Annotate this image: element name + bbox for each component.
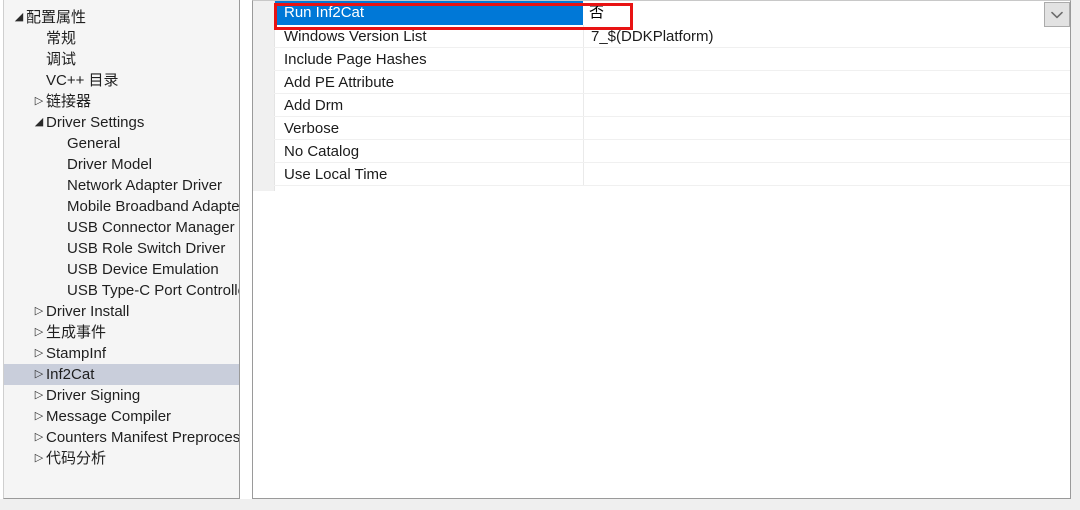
property-row[interactable]: Include Page Hashes xyxy=(253,48,1070,71)
tree-item-label: VC++ 目录 xyxy=(46,72,119,89)
tree-item-label: Mobile Broadband Adapter xyxy=(67,198,239,215)
tree-item-inf2cat[interactable]: ▷ Inf2Cat xyxy=(4,364,239,385)
tree-item-label: Message Compiler xyxy=(46,408,172,425)
tree-item-vc[interactable]: VC++ 目录 xyxy=(4,70,239,91)
property-name: Add Drm xyxy=(284,97,344,114)
visual-studio-property-pages: ◢ 配置属性 常规 调试 VC++ 目录 ▷ 链接器 ◢ Driver Settings Gene… xyxy=(0,0,1080,510)
tree-item-usb-device-emulation[interactable]: USB Device Emulation xyxy=(4,259,239,280)
property-name: Add PE Attribute xyxy=(284,74,395,91)
tree-item-driver-model[interactable]: Driver Model xyxy=(4,154,239,175)
expander-collapsed-icon[interactable]: ▷ xyxy=(32,322,46,343)
property-name: Verbose xyxy=(284,120,340,137)
tree-item-[interactable]: 调试 xyxy=(4,49,239,70)
expander-expanded-icon[interactable]: ◢ xyxy=(32,112,46,133)
tree-item-driver-signing[interactable]: ▷ Driver Signing xyxy=(4,385,239,406)
tree-item-label: Network Adapter Driver xyxy=(67,177,223,194)
tree-item-usb-role-switch-driver[interactable]: USB Role Switch Driver xyxy=(4,238,239,259)
property-grid-rows: Run Inf2Cat 否 Windows Version List 7_$(DDKP… xyxy=(253,1,1070,186)
expander-collapsed-icon[interactable]: ▷ xyxy=(32,343,46,364)
tree-item-list: ◢ 配置属性 常规 调试 VC++ 目录 ▷ 链接器 ◢ Driver Settings Gene… xyxy=(4,7,239,469)
tree-item-label: 生成事件 xyxy=(46,324,107,341)
expander-collapsed-icon[interactable]: ▷ xyxy=(32,427,46,448)
property-row[interactable]: Run Inf2Cat 否 xyxy=(253,1,1070,25)
expander-expanded-icon[interactable]: ◢ xyxy=(12,7,26,28)
tree-item-general[interactable]: General xyxy=(4,133,239,154)
property-row[interactable]: Use Local Time xyxy=(253,163,1070,186)
tree-item-driver-settings[interactable]: ◢ Driver Settings xyxy=(4,112,239,133)
tree-item-mobile-broadband-adapter[interactable]: Mobile Broadband Adapter xyxy=(4,196,239,217)
expander-collapsed-icon[interactable]: ▷ xyxy=(32,406,46,427)
property-grid-panel[interactable]: Run Inf2Cat 否 Windows Version List 7_$(DDKP… xyxy=(252,0,1071,499)
tree-item-[interactable]: ▷ 代码分析 xyxy=(4,448,239,469)
column-divider xyxy=(583,117,584,139)
property-name: Windows Version List xyxy=(284,28,427,45)
expander-collapsed-icon[interactable]: ▷ xyxy=(32,385,46,406)
tree-item-stampinf[interactable]: ▷ StampInf xyxy=(4,343,239,364)
tree-item-driver-install[interactable]: ▷ Driver Install xyxy=(4,301,239,322)
tree-item-label: 调试 xyxy=(46,51,77,68)
tree-item-label: Driver Settings xyxy=(46,114,145,131)
column-divider xyxy=(583,48,584,70)
column-divider xyxy=(583,71,584,93)
property-row[interactable]: Verbose xyxy=(253,117,1070,140)
tree-item-network-adapter-driver[interactable]: Network Adapter Driver xyxy=(4,175,239,196)
tree-item-label: Driver Model xyxy=(67,156,153,173)
tree-item-usb-connector-manager[interactable]: USB Connector Manager xyxy=(4,217,239,238)
expander-collapsed-icon[interactable]: ▷ xyxy=(32,91,46,112)
tree-item-message-compiler[interactable]: ▷ Message Compiler xyxy=(4,406,239,427)
property-row[interactable]: Add PE Attribute xyxy=(253,71,1070,94)
property-name: No Catalog xyxy=(284,143,360,160)
window-right-margin xyxy=(1071,0,1080,510)
tree-item-label: 配置属性 xyxy=(26,9,87,26)
window-bottom-margin xyxy=(0,499,1080,510)
property-value[interactable]: 7_$(DDKPlatform) xyxy=(591,25,1066,48)
tree-item-label: 代码分析 xyxy=(46,450,107,467)
expander-collapsed-icon[interactable]: ▷ xyxy=(32,364,46,385)
tree-item-[interactable]: 常规 xyxy=(4,28,239,49)
property-name: Use Local Time xyxy=(284,166,388,183)
tree-item-label: USB Connector Manager xyxy=(67,219,235,236)
expander-collapsed-icon[interactable]: ▷ xyxy=(32,448,46,469)
column-divider xyxy=(583,163,584,185)
property-name: Include Page Hashes xyxy=(284,51,427,68)
configuration-properties-tree-panel[interactable]: ◢ 配置属性 常规 调试 VC++ 目录 ▷ 链接器 ◢ Driver Settings Gene… xyxy=(3,0,240,499)
tree-item-label: USB Role Switch Driver xyxy=(67,240,226,257)
panel-splitter[interactable] xyxy=(240,0,252,499)
tree-item-usb-type-c-port-controller[interactable]: USB Type-C Port Controller xyxy=(4,280,239,301)
tree-item-label: Driver Install xyxy=(46,303,130,320)
tree-item-label: StampInf xyxy=(46,345,107,362)
tree-item-label: 链接器 xyxy=(46,93,92,110)
tree-item-counters-manifest-preprocessor[interactable]: ▷Counters Manifest Preprocessor xyxy=(4,427,239,448)
tree-item-[interactable]: ▷ 链接器 xyxy=(4,91,239,112)
tree-item-label: Driver Signing xyxy=(46,387,141,404)
tree-item-[interactable]: ◢ 配置属性 xyxy=(4,7,239,28)
property-value-text: 否 xyxy=(589,4,605,21)
column-divider xyxy=(583,94,584,116)
tree-item-[interactable]: ▷ 生成事件 xyxy=(4,322,239,343)
property-name: Run Inf2Cat xyxy=(284,4,365,21)
tree-item-label: Counters Manifest Preprocessor xyxy=(46,429,239,446)
tree-item-label: Inf2Cat xyxy=(46,366,95,383)
tree-item-label: USB Device Emulation xyxy=(67,261,219,278)
property-row[interactable]: Add Drm xyxy=(253,94,1070,117)
column-divider xyxy=(583,25,584,47)
expander-collapsed-icon[interactable]: ▷ xyxy=(32,301,46,322)
property-row[interactable]: Windows Version List 7_$(DDKPlatform) xyxy=(253,25,1070,48)
chevron-down-icon[interactable] xyxy=(1044,2,1070,27)
tree-item-label: 常规 xyxy=(46,30,77,47)
tree-item-label: General xyxy=(67,135,121,152)
property-row[interactable]: No Catalog xyxy=(253,140,1070,163)
property-value-combobox[interactable]: 否 xyxy=(583,1,632,25)
column-divider xyxy=(583,140,584,162)
tree-item-label: USB Type-C Port Controller xyxy=(67,282,239,299)
